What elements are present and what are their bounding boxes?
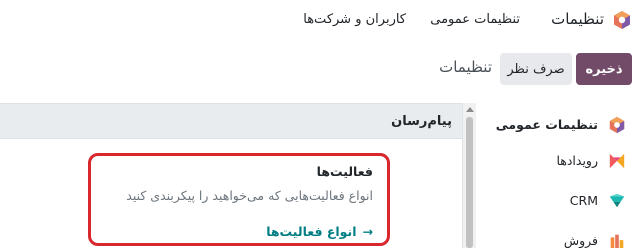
- menu-users-companies[interactable]: کاربران و شرکت‌ها: [303, 12, 406, 27]
- section-title: پیام‌رسان: [391, 114, 452, 129]
- sidebar-item-label: CRM: [569, 193, 598, 208]
- top-navbar: تنظیمات تنظیمات عمومی کاربران و شرکت‌ها: [0, 0, 638, 40]
- discard-button[interactable]: صرف نظر: [500, 53, 572, 85]
- sales-icon: [608, 232, 626, 248]
- save-button[interactable]: ذخیره: [576, 53, 632, 85]
- section-header: پیام‌رسان: [0, 103, 462, 139]
- sidebar-item-label: تنظیمات عمومی: [495, 117, 598, 132]
- crm-icon: [608, 192, 626, 210]
- setting-title: فعالیت‌ها: [316, 164, 373, 179]
- sidebar-item-general-settings[interactable]: تنظیمات عمومی: [474, 107, 638, 143]
- scroll-thumb[interactable]: [466, 117, 473, 248]
- activities-setting-box: فعالیت‌ها انواع فعالیت‌هایی که می‌خواهید…: [88, 153, 390, 246]
- arrow-right-icon: →: [362, 224, 373, 239]
- breadcrumb: تنظیمات: [439, 58, 492, 76]
- setting-description: انواع فعالیت‌هایی که می‌خواهید را پیکربن…: [126, 188, 373, 203]
- content-scrollbar[interactable]: [462, 103, 476, 248]
- sidebar-item-label: رویدادها: [556, 153, 598, 168]
- sidebar-item-label: فروش: [563, 233, 598, 248]
- sidebar-item-crm[interactable]: CRM: [474, 183, 638, 219]
- settings-sidebar: تنظیمات عمومی رویدادها CRM فروش: [474, 103, 638, 248]
- activity-types-link-label[interactable]: انواع فعالیت‌ها: [266, 224, 356, 239]
- sidebar-item-events[interactable]: رویدادها: [474, 143, 638, 179]
- activity-types-link[interactable]: → انواع فعالیت‌ها: [266, 224, 373, 239]
- settings-content: پیام‌رسان فعالیت‌ها انواع فعالیت‌هایی که…: [0, 103, 462, 248]
- app-title[interactable]: تنظیمات: [551, 10, 604, 28]
- general-settings-icon: [608, 116, 626, 134]
- sidebar-item-sales[interactable]: فروش: [474, 223, 638, 248]
- odoo-settings-logo-icon[interactable]: [612, 10, 632, 30]
- events-icon: [608, 152, 626, 170]
- menu-general-settings[interactable]: تنظیمات عمومی: [430, 12, 520, 27]
- scroll-up-icon[interactable]: [466, 107, 474, 112]
